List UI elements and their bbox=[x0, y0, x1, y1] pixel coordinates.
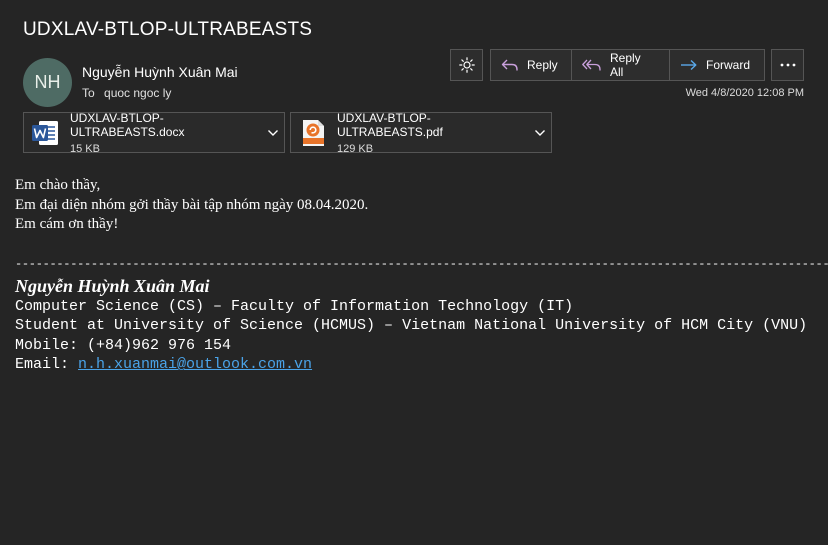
ellipsis-icon bbox=[780, 63, 796, 67]
reply-all-label: Reply All bbox=[610, 51, 641, 79]
chevron-down-icon[interactable] bbox=[262, 129, 284, 137]
attachment-name: UDXLAV-BTLOP-ULTRABEASTS.pdf bbox=[337, 110, 443, 139]
recipient-line: To quoc ngoc ly bbox=[82, 86, 171, 100]
email-label: Email: bbox=[15, 356, 79, 374]
word-icon bbox=[30, 117, 62, 149]
chevron-down-icon[interactable] bbox=[529, 129, 551, 137]
sender-name[interactable]: Nguyễn Huỳnh Xuân Mai bbox=[82, 64, 238, 80]
toggle-theme-button[interactable] bbox=[450, 49, 483, 81]
reply-all-icon bbox=[582, 58, 602, 72]
signature-divider: ----------------------------------------… bbox=[15, 257, 828, 271]
body-line: Em cám ơn thầy! bbox=[15, 216, 119, 232]
attachment-size: 15 KB bbox=[70, 142, 100, 155]
reply-label: Reply bbox=[527, 58, 558, 72]
attachment-pdf[interactable]: UDXLAV-BTLOP-ULTRABEASTS.pdf 129 KB bbox=[290, 111, 552, 155]
reply-icon bbox=[501, 58, 519, 72]
recipient-name[interactable]: quoc ngoc ly bbox=[104, 86, 171, 100]
signature-line: Student at University of Science (HCMUS)… bbox=[15, 317, 808, 335]
signature-line: Computer Science (CS) – Faculty of Infor… bbox=[15, 297, 574, 315]
signature-name: Nguyễn Huỳnh Xuân Mai bbox=[15, 275, 210, 296]
body-line: Em chào thầy, bbox=[15, 177, 101, 193]
email-subject: UDXLAV-BTLOP-ULTRABEASTS bbox=[23, 19, 313, 40]
forward-icon bbox=[680, 58, 698, 72]
forward-button[interactable]: Forward bbox=[670, 50, 764, 80]
email-link[interactable]: n.h.xuanmai@outlook.com.vn bbox=[78, 356, 312, 373]
sent-date: Wed 4/8/2020 12:08 PM bbox=[685, 87, 804, 99]
attachment-size: 129 KB bbox=[337, 142, 374, 155]
to-label: To bbox=[82, 86, 95, 100]
attachment-meta: UDXLAV-BTLOP-ULTRABEASTS.pdf 129 KB bbox=[337, 111, 529, 155]
reply-all-button[interactable]: Reply All bbox=[572, 50, 670, 80]
message-actions: Reply Reply All Forward bbox=[490, 49, 765, 81]
signature: ----------------------------------------… bbox=[15, 255, 828, 375]
signature-mobile: Mobile: (+84)962 976 154 bbox=[15, 336, 232, 354]
attachment-docx[interactable]: UDXLAV-BTLOP-ULTRABEASTS.docx 15 KB bbox=[23, 111, 285, 155]
message-body: Em chào thầy, Em đại diện nhóm gởi thầy … bbox=[15, 176, 368, 235]
sun-icon bbox=[458, 57, 475, 73]
attachment-meta: UDXLAV-BTLOP-ULTRABEASTS.docx 15 KB bbox=[70, 111, 262, 155]
signature-email-line: Email: n.h.xuanmai@outlook.com.vn bbox=[15, 355, 828, 375]
pdf-icon bbox=[297, 117, 329, 149]
attachment-name: UDXLAV-BTLOP-ULTRABEASTS.docx bbox=[70, 110, 185, 139]
forward-label: Forward bbox=[706, 58, 751, 72]
reply-button[interactable]: Reply bbox=[491, 50, 572, 80]
body-line: Em đại diện nhóm gởi thầy bài tập nhóm n… bbox=[15, 196, 369, 213]
sender-avatar[interactable]: NH bbox=[23, 58, 72, 107]
more-actions-button[interactable] bbox=[771, 49, 804, 81]
